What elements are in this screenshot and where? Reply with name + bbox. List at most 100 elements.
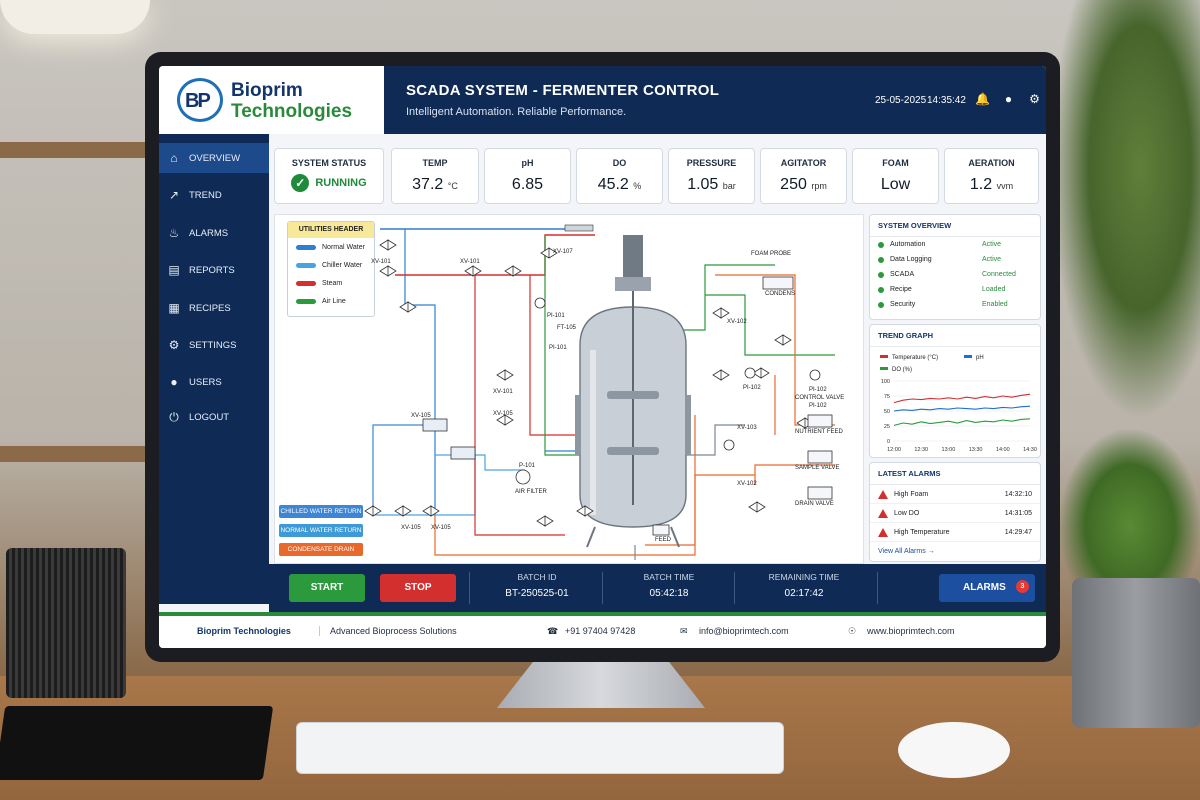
overview-label: Automation (890, 241, 926, 248)
filter-label: AIR FILTER (515, 489, 547, 495)
footer-company: Bioprim Technologies (197, 626, 291, 636)
sidebar-item-label: RECIPES (189, 302, 231, 314)
home-icon: ⌂ (170, 151, 178, 165)
gauge-label: PI-102 (743, 385, 761, 391)
footer-web[interactable]: www.bioprimtech.com (867, 626, 955, 636)
globe-icon: ☉ (848, 626, 857, 636)
sidebar-item-settings[interactable]: ⚙ SETTINGS (159, 330, 269, 360)
header-date: 25-05-2025 (875, 95, 927, 106)
x-tick-label: 14:00 (996, 447, 1010, 453)
sidebar-item-recipes[interactable]: ▦ RECIPES (159, 293, 269, 323)
alarm-row[interactable]: Low DO 14:31:05 (870, 504, 1040, 523)
process-diagram: UTILITIES HEADER Normal Water Chiller Wa… (274, 214, 864, 564)
overview-status: Enabled (982, 301, 1008, 308)
sidebar-item-label: LOGOUT (189, 411, 230, 423)
sidebar-item-label: ALARMS (189, 227, 229, 239)
condenser-label: CONDENS (765, 291, 796, 297)
sidebar-item-logout[interactable]: ⏻ LOGOUT (159, 402, 269, 432)
batch-id: BATCH ID BT-250525-01 (487, 572, 587, 599)
background-plant (1050, 0, 1200, 420)
x-tick-label: 12:00 (887, 447, 901, 453)
plant-pot (1072, 578, 1200, 728)
legend-swatch (880, 355, 888, 358)
x-tick-label: 14:30 (1023, 447, 1037, 453)
footer: Bioprim Technologies Advanced Bioprocess… (159, 612, 1046, 648)
user-icon[interactable]: ● (1002, 93, 1015, 106)
sidebar-item-label: TREND (189, 189, 222, 201)
report-icon: ▤ (168, 263, 180, 277)
divider (469, 572, 470, 604)
system-status-card: SYSTEM STATUS ✓ RUNNING (274, 148, 384, 204)
legend-label: Steam (322, 279, 343, 287)
y-tick-label: 50 (884, 409, 890, 415)
power-icon: ⏻ (169, 409, 179, 424)
panel-title: TREND GRAPH (870, 325, 1040, 347)
sidebar-item-trend[interactable]: ↗ TREND (159, 180, 269, 210)
overview-label: SCADA (890, 271, 915, 278)
kpi-label: FOAM (882, 158, 909, 168)
status-dot (878, 256, 884, 263)
bell-icon[interactable]: 🔔 (975, 93, 990, 106)
alarms-button[interactable]: ALARMS 3 (939, 574, 1035, 602)
do-unit: % (633, 181, 642, 191)
valve-label: XV-101 (493, 389, 513, 395)
legend-label: DO (%) (892, 367, 912, 373)
batch-id-value: BT-250525-01 (505, 588, 569, 599)
brand-name-line2: Technologies (231, 101, 353, 122)
overview-row: Recipe Loaded (870, 282, 1040, 297)
series-line (893, 393, 1031, 404)
start-button[interactable]: START (289, 574, 365, 602)
alarms-button-label: ALARMS (963, 582, 1006, 593)
gear-icon[interactable]: ⚙ (1028, 93, 1041, 106)
overview-status: Loaded (982, 286, 1006, 293)
x-tick-label: 13:30 (969, 447, 983, 453)
chiller-water-swatch (296, 262, 316, 268)
panel-title: LATEST ALARMS (870, 463, 1040, 485)
series-line (893, 405, 1031, 412)
sidebar-item-reports[interactable]: ▤ REPORTS (159, 255, 269, 285)
notebook (0, 706, 274, 780)
divider (602, 572, 603, 604)
valve-label: XV-101 (371, 259, 391, 265)
trend-icon: ↗ (168, 188, 180, 202)
alarm-count-badge: 3 (1016, 580, 1029, 593)
kpi-label: TEMP (422, 158, 448, 168)
feed-box-label: FEED (655, 537, 672, 543)
keyboard (296, 722, 784, 774)
legend-label: Temperature (°C) (892, 355, 938, 361)
air-line-swatch (296, 298, 316, 304)
alarm-row[interactable]: High Foam 14:32:10 (870, 485, 1040, 504)
status-dot (878, 301, 884, 308)
wall-shelf (0, 142, 150, 158)
do-card: DO 45.2 % (576, 148, 663, 204)
monitor-stand (497, 660, 705, 708)
temp-value: 37.2 (412, 176, 444, 193)
legend-item: Steam (288, 274, 374, 292)
recipe-icon: ▦ (168, 301, 180, 315)
valve-label: XV-105 (431, 525, 451, 531)
agitator-value: 250 (780, 176, 807, 193)
sidebar-item-overview[interactable]: ⌂ OVERVIEW (159, 143, 269, 173)
aeration-card: AERATION 1.2 vvm (944, 148, 1039, 204)
flow-label: FT-105 (557, 325, 577, 331)
footer-email[interactable]: info@bioprimtech.com (699, 626, 789, 636)
view-all-alarms-link[interactable]: View All Alarms → (870, 542, 1040, 561)
sidebar-item-users[interactable]: ● USERS (159, 367, 269, 397)
footer-phone[interactable]: +91 97404 97428 (565, 626, 635, 636)
panel-title: SYSTEM OVERVIEW (870, 215, 1040, 237)
sidebar-item-label: OVERVIEW (189, 152, 241, 164)
ph-card: pH 6.85 (484, 148, 571, 204)
sidebar-item-alarms[interactable]: ♨ ALARMS (159, 218, 269, 248)
trend-graph-panel[interactable]: TREND GRAPH Temperature (°C) pH DO (%) 0 25 5… (869, 324, 1041, 458)
kpi-value: 37.2 °C (392, 176, 478, 194)
trend-chart: Temperature (°C) pH DO (%) 0 25 50 75 100 12:00 1… (880, 355, 1037, 453)
stop-button[interactable]: STOP (380, 574, 456, 602)
sidebar-item-label: REPORTS (189, 264, 235, 276)
status-badge: ✓ RUNNING (275, 174, 383, 192)
legend-label: pH (976, 355, 984, 361)
alarm-row[interactable]: High Temperature 14:29:47 (870, 523, 1040, 542)
gauge-label: PI-101 (549, 345, 567, 351)
legend-title: UTILITIES HEADER (288, 222, 374, 238)
alarm-label: High Foam (894, 490, 929, 498)
valve-label: XV-102 (737, 481, 757, 487)
